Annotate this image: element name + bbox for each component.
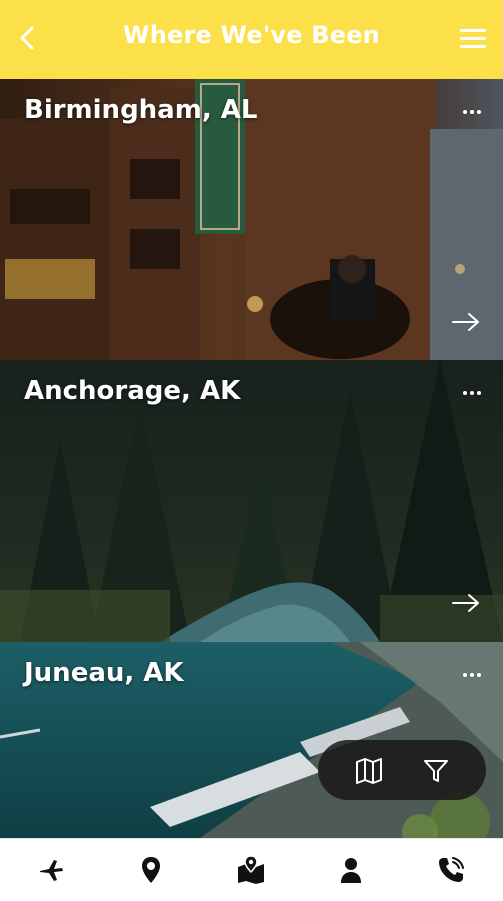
floating-action-pill [318,740,486,800]
page-title: Where We've Been [123,21,380,49]
user-icon [341,858,361,883]
place-name: Anchorage, AK [24,376,241,406]
map-location-icon [238,855,264,884]
bottom-navigation [0,838,503,901]
place-name: Juneau, AK [24,658,184,688]
nav-profile[interactable] [334,853,368,887]
filter-icon[interactable] [422,757,450,785]
arrow-right-icon[interactable] [451,592,481,614]
arrow-right-icon[interactable] [451,311,481,333]
place-card-birmingham[interactable]: Birmingham, AL [0,79,503,360]
nav-map[interactable] [234,853,268,887]
nav-trips[interactable] [34,853,68,887]
airplane-icon [40,860,63,881]
phone-call-icon [439,857,464,882]
map-icon[interactable] [354,757,384,785]
hamburger-menu-icon[interactable] [459,26,487,50]
nav-contact[interactable] [434,853,468,887]
more-options-icon[interactable] [461,670,483,680]
place-card-anchorage[interactable]: Anchorage, AK [0,360,503,642]
more-options-icon[interactable] [461,388,483,398]
nav-places[interactable] [134,853,168,887]
more-options-icon[interactable] [461,107,483,117]
app-header: Where We've Been [0,0,503,79]
place-name: Birmingham, AL [24,95,258,125]
map-pin-icon [142,857,160,883]
